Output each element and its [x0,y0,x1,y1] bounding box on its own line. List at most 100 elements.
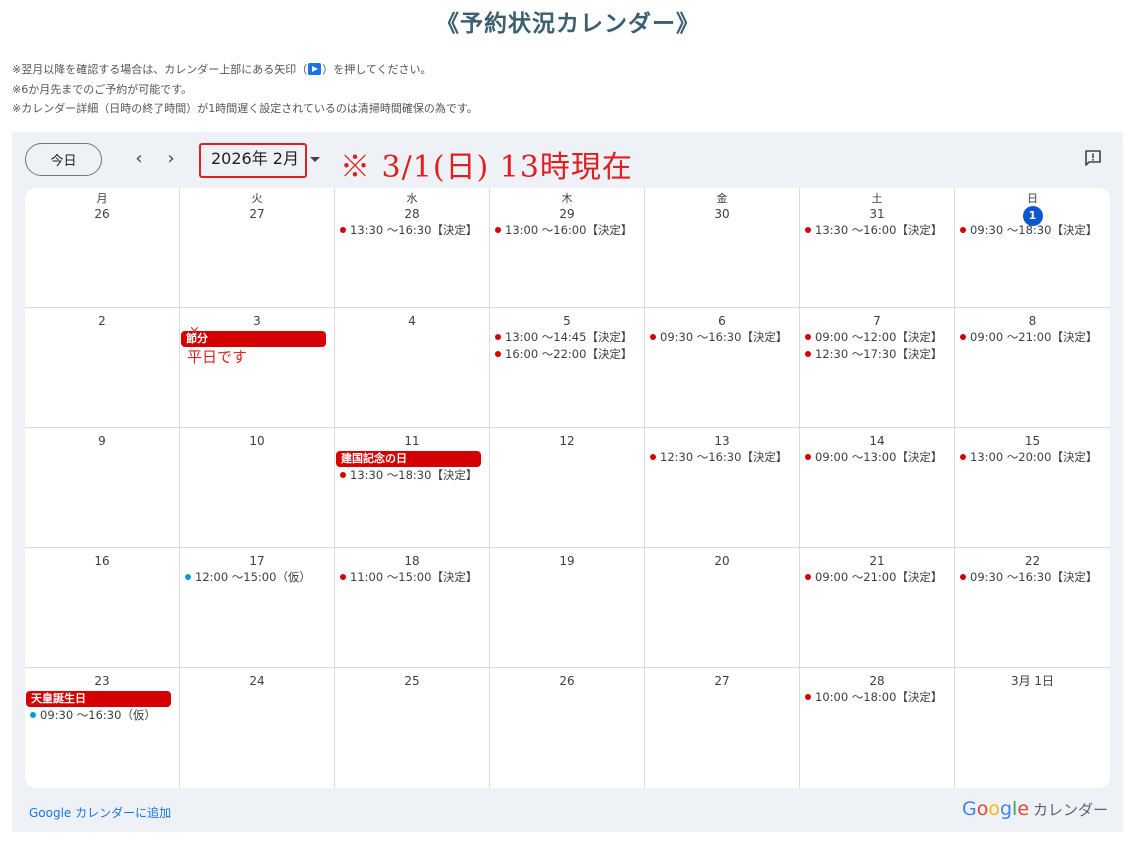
event-item[interactable]: 13:00 〜16:00【決定】 [490,222,644,239]
day-number[interactable]: 21 [800,553,954,569]
day-number[interactable]: 27 [645,673,799,689]
day-number[interactable]: 28 [800,673,954,689]
day-number[interactable]: 10 [180,433,334,449]
day-number[interactable]: 7 [800,313,954,329]
day-number[interactable]: 3月 1日 [955,673,1110,689]
day-number[interactable]: 17 [180,553,334,569]
event-item[interactable]: 11:00 〜15:00【決定】 [335,569,489,586]
day-number[interactable]: 8 [955,313,1110,329]
day-number[interactable]: 12 [490,433,644,449]
day-cell[interactable]: 18 11:00 〜15:00【決定】 [335,548,490,668]
day-cell[interactable]: 10 [180,428,335,548]
day-cell[interactable]: 火 27 [180,188,335,308]
day-cell[interactable]: 7 09:00 〜12:00【決定】 12:30 〜17:30【決定】 [800,308,955,428]
day-number[interactable]: 1 [955,206,1110,226]
day-number[interactable]: 14 [800,433,954,449]
day-number[interactable]: 6 [645,313,799,329]
event-item[interactable]: 09:30 〜16:30（仮） [25,707,179,724]
day-cell[interactable]: 3月 1日 [955,668,1110,788]
event-item[interactable]: 09:30 〜16:30【決定】 [955,569,1110,586]
day-cell[interactable]: 月 26 [25,188,180,308]
day-number[interactable]: 18 [335,553,489,569]
day-number[interactable]: 24 [180,673,334,689]
day-cell[interactable]: 金 30 [645,188,800,308]
day-number[interactable]: 19 [490,553,644,569]
google-calendar-logo[interactable]: Google カレンダー [962,798,1108,820]
event-item[interactable]: 13:00 〜20:00【決定】 [955,449,1110,466]
day-cell[interactable]: 26 [490,668,645,788]
event-item[interactable]: 16:00 〜22:00【決定】 [490,346,644,363]
event-item[interactable]: 12:00 〜15:00（仮） [180,569,334,586]
day-cell[interactable]: 水 28 13:30 〜16:30【決定】 [335,188,490,308]
event-item[interactable]: 09:00 〜21:00【決定】 [800,569,954,586]
event-item[interactable]: 09:00 〜13:00【決定】 [800,449,954,466]
feedback-icon[interactable] [1084,149,1102,167]
day-cell[interactable]: 土 31 13:30 〜16:00【決定】 [800,188,955,308]
day-cell[interactable]: 20 [645,548,800,668]
day-number[interactable]: 23 [25,673,179,689]
day-cell[interactable]: 5 13:00 〜14:45【決定】 16:00 〜22:00【決定】 [490,308,645,428]
day-cell[interactable]: 12 [490,428,645,548]
day-number[interactable]: 16 [25,553,179,569]
event-item[interactable]: 13:30 〜18:30【決定】 [335,467,489,484]
chevron-down-icon[interactable] [310,157,320,162]
day-number[interactable]: 30 [645,206,799,222]
holiday-chip[interactable]: 建国記念の日 [336,451,481,467]
day-cell[interactable]: 6 09:30 〜16:30【決定】 [645,308,800,428]
today-button[interactable]: 今日 [25,143,102,176]
day-number[interactable]: 26 [490,673,644,689]
day-cell[interactable]: 木 29 13:00 〜16:00【決定】 [490,188,645,308]
holiday-chip[interactable]: 節分 [181,331,326,347]
day-number[interactable]: 26 [25,206,179,222]
day-cell[interactable]: 21 09:00 〜21:00【決定】 [800,548,955,668]
day-cell[interactable]: 22 09:30 〜16:30【決定】 [955,548,1110,668]
event-item[interactable]: 13:30 〜16:00【決定】 [800,222,954,239]
event-item[interactable]: 09:00 〜12:00【決定】 [800,329,954,346]
day-number[interactable]: 29 [490,206,644,222]
day-number[interactable]: 9 [25,433,179,449]
day-number[interactable]: 3 [180,313,334,329]
event-item[interactable]: 12:30 〜17:30【決定】 [800,346,954,363]
day-cell[interactable]: 28 10:00 〜18:00【決定】 [800,668,955,788]
day-cell[interactable]: 24 [180,668,335,788]
day-cell[interactable]: 2 [25,308,180,428]
day-cell[interactable]: 15 13:00 〜20:00【決定】 [955,428,1110,548]
day-cell[interactable]: 13 12:30 〜16:30【決定】 [645,428,800,548]
event-item[interactable]: 09:30 〜16:30【決定】 [645,329,799,346]
day-number[interactable]: 11 [335,433,489,449]
day-cell[interactable]: 17 12:00 〜15:00（仮） [180,548,335,668]
event-item[interactable]: 13:00 〜14:45【決定】 [490,329,644,346]
day-number[interactable]: 4 [335,313,489,329]
day-number[interactable]: 15 [955,433,1110,449]
day-number[interactable]: 20 [645,553,799,569]
event-item[interactable]: 10:00 〜18:00【決定】 [800,689,954,706]
event-item[interactable]: 09:00 〜21:00【決定】 [955,329,1110,346]
day-cell[interactable]: 16 [25,548,180,668]
day-number[interactable]: 2 [25,313,179,329]
day-number[interactable]: 25 [335,673,489,689]
day-cell[interactable]: 4 [335,308,490,428]
day-number[interactable]: 5 [490,313,644,329]
day-cell[interactable]: 23 天皇誕生日 09:30 〜16:30（仮） [25,668,180,788]
day-cell[interactable]: 9 [25,428,180,548]
day-cell[interactable]: 25 [335,668,490,788]
day-number[interactable]: 27 [180,206,334,222]
next-month-icon[interactable]: › [161,149,181,169]
event-item[interactable]: 09:30 〜18:30【決定】 [955,222,1110,239]
day-cell[interactable]: 3 節分 × 平日です [180,308,335,428]
day-cell[interactable]: 19 [490,548,645,668]
day-number[interactable]: 28 [335,206,489,222]
day-cell[interactable]: 14 09:00 〜13:00【決定】 [800,428,955,548]
day-cell[interactable]: 11 建国記念の日 13:30 〜18:30【決定】 [335,428,490,548]
day-number[interactable]: 22 [955,553,1110,569]
holiday-chip[interactable]: 天皇誕生日 [26,691,171,707]
day-cell[interactable]: 日 1 09:30 〜18:30【決定】 [955,188,1110,308]
day-number[interactable]: 31 [800,206,954,222]
month-title[interactable]: 2026年 2月 [211,145,299,169]
day-cell[interactable]: 8 09:00 〜21:00【決定】 [955,308,1110,428]
event-item[interactable]: 12:30 〜16:30【決定】 [645,449,799,466]
add-to-google-calendar-link[interactable]: Google カレンダーに追加 [29,804,171,821]
day-cell[interactable]: 27 [645,668,800,788]
day-number[interactable]: 13 [645,433,799,449]
event-item[interactable]: 13:30 〜16:30【決定】 [335,222,489,239]
